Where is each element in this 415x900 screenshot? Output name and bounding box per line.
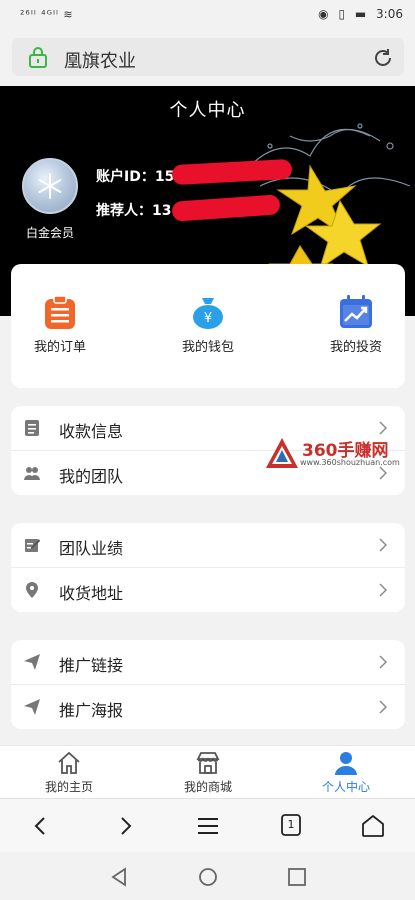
system-home-icon[interactable] [197,866,219,888]
account-id-row: 账户ID：15 [96,166,174,186]
status-right: ◉ ▯ ▬ 3:06 [312,7,403,21]
chevron-right-icon [379,421,387,435]
wallet-icon: ¥ [193,298,223,329]
my-wallet-shortcut[interactable]: ¥ 我的钱包 [153,294,263,355]
shortcut-label: 我的投资 [329,340,382,355]
order-icon [45,295,75,329]
person-icon [335,752,357,775]
location-icon [26,582,38,598]
menu-item-team-performance[interactable]: 团队业绩 [11,523,405,567]
shortcut-label: 我的钱包 [181,340,234,355]
menu-group-promotion: 推广链接 推广海报 [11,640,405,729]
svg-text:¥: ¥ [204,311,212,326]
watermark-triangle-icon [266,438,298,468]
investment-icon [340,295,372,328]
menu-item-promo-poster[interactable]: 推广海报 [11,684,405,729]
eye-icon: ◉ [318,7,329,21]
menu-item-promo-link[interactable]: 推广链接 [11,640,405,684]
reload-icon[interactable] [372,47,394,69]
menu-label: 收款信息 [59,422,124,441]
status-bar: ²⁶ᴵˡ ⁴ᴳᴵˡ ≋ ◉ ▯ ▬ 3:06 [0,0,415,30]
my-investment-shortcut[interactable]: 我的投资 [301,294,411,355]
battery-icon: ▬ [354,7,367,21]
my-orders-shortcut[interactable]: 我的订单 [5,294,115,355]
account-id-label: 账户ID： [96,169,155,185]
menu-label: 推广海报 [59,701,124,720]
referrer-row: 推荐人：13 [96,200,171,220]
store-icon [196,752,220,774]
menu-label: 我的团队 [59,467,124,486]
shortcut-card: 我的订单 ¥ 我的钱包 我的投资 [11,264,405,388]
send-icon [24,699,40,715]
chevron-right-icon [379,700,387,714]
menu-label: 推广链接 [59,656,124,675]
tab-home[interactable]: 我的主页 [9,750,129,795]
back-icon[interactable] [28,813,54,839]
home-icon [58,751,80,774]
send-icon [24,654,40,670]
avatar[interactable] [22,158,78,214]
menu-item-shipping-address[interactable]: 收货地址 [11,567,405,612]
menu-group-business: 团队业绩 收货地址 [11,523,405,612]
referrer-value: 13 [152,203,172,219]
payment-info-icon [25,420,39,436]
tab-label: 我的主页 [44,780,93,794]
tab-store[interactable]: 我的商城 [148,750,268,795]
menu-icon[interactable] [195,813,221,839]
browser-toolbar: 1 [0,798,415,853]
page-title: 凰旗农业 [64,51,136,72]
tabs-button[interactable]: 1 [280,813,306,839]
chevron-right-icon [379,655,387,669]
tab-label: 个人中心 [321,780,370,794]
menu-label: 收货地址 [59,584,124,603]
performance-icon [25,539,40,552]
url-bar[interactable]: 凰旗农业 [12,38,404,76]
home-shape-icon[interactable] [360,813,386,839]
system-recents-icon[interactable] [286,866,308,888]
referrer-label: 推荐人： [96,203,152,219]
clock: 3:06 [376,7,403,21]
chevron-right-icon [379,583,387,597]
member-level: 白金会员 [26,226,75,240]
signal-indicators: ²⁶ᴵˡ ⁴ᴳᴵˡ ≋ [20,8,74,21]
snowflake-icon [38,173,62,199]
watermark-logo: 360手赚网 www.360shouzhuan.com [264,434,412,474]
system-navigation [0,852,415,900]
app-tab-bar: 我的主页 我的商城 个人中心 [0,745,415,798]
tab-count: 1 [287,818,295,831]
system-back-icon[interactable] [108,866,130,888]
shortcut-label: 我的订单 [33,340,86,355]
tab-label: 我的商城 [183,780,232,794]
tab-profile[interactable]: 个人中心 [286,750,406,795]
team-icon [24,467,40,480]
header-title: 个人中心 [169,100,246,121]
chevron-right-icon [379,538,387,552]
lock-icon [29,47,47,68]
forward-icon[interactable] [112,813,138,839]
vibrate-icon: ▯ [338,7,346,21]
menu-label: 团队业绩 [59,539,124,558]
watermark-url: www.360shouzhuan.com [300,458,400,467]
